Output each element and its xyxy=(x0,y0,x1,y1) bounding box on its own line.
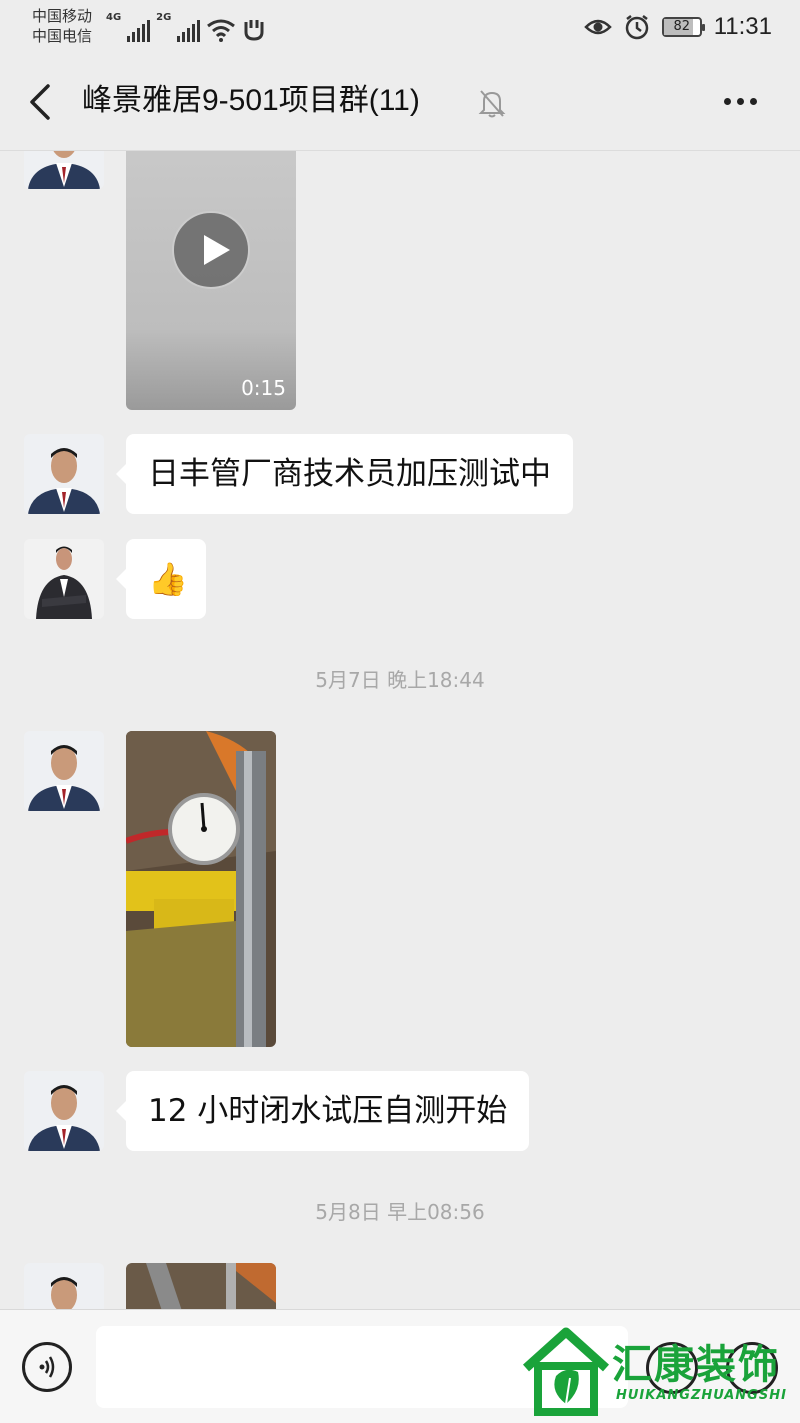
avatar[interactable] xyxy=(24,731,104,811)
avatar[interactable] xyxy=(24,151,104,189)
avatar-man-suit xyxy=(24,1263,104,1309)
thumbs-up-icon: 👍 xyxy=(148,560,188,598)
video-message[interactable]: 0:15 xyxy=(126,151,296,410)
avatar-man-arms-crossed xyxy=(24,539,104,619)
more-options-button[interactable] xyxy=(724,98,757,105)
brand-name: 汇康装饰 xyxy=(612,1342,780,1388)
pressure-gauge-photo xyxy=(126,731,276,1047)
network-type-2: 2G xyxy=(156,12,172,23)
carrier-2: 中国电信 xyxy=(32,27,93,45)
mute-bell-icon xyxy=(478,90,506,118)
wifi-icon xyxy=(207,19,236,42)
battery-indicator: 82 xyxy=(661,17,705,37)
avatar[interactable] xyxy=(24,539,104,619)
avatar-man-suit xyxy=(24,1071,104,1151)
voice-icon xyxy=(39,1356,55,1378)
avatar[interactable] xyxy=(24,434,104,514)
battery-level: 82 xyxy=(673,19,690,34)
brand-watermark: 汇康装饰 HUIKANGZHUANGSHI xyxy=(520,1326,790,1418)
chat-title: 峰景雅居9-501项目群(11) xyxy=(82,84,420,117)
voice-input-button[interactable] xyxy=(22,1342,72,1392)
avatar[interactable] xyxy=(24,1263,104,1309)
avatar-man-suit xyxy=(24,434,104,514)
play-icon[interactable] xyxy=(172,211,250,289)
message-timestamp: 5月7日 晚上18:44 xyxy=(315,668,485,692)
back-arrow-icon[interactable] xyxy=(24,82,60,122)
text-message[interactable]: 日丰管厂商技术员加压测试中 xyxy=(116,434,573,514)
signal-bars-icon xyxy=(127,20,151,42)
status-bar: 中国移动 中国电信 4G 2G 82 11:31 xyxy=(0,0,800,52)
clock: 11:31 xyxy=(713,13,772,40)
pipe-photo xyxy=(126,1263,276,1309)
emoji-message[interactable]: 👍 xyxy=(116,539,206,619)
alarm-icon xyxy=(625,15,648,40)
status-right: 82 11:31 xyxy=(583,10,772,44)
network-type-1: 4G xyxy=(106,12,122,23)
video-duration: 0:15 xyxy=(241,376,286,400)
avatar[interactable] xyxy=(24,1071,104,1151)
message-list: 0:15 日丰管厂商技术员加压测试中 👍 5月7日 晚上18:44 12 小时闭… xyxy=(0,151,800,1309)
image-message[interactable] xyxy=(126,1263,276,1309)
message-timestamp: 5月8日 早上08:56 xyxy=(315,1200,485,1224)
signal-bars-icon xyxy=(177,20,201,42)
avatar-man-suit xyxy=(24,151,104,189)
house-leaf-logo-icon xyxy=(522,1327,610,1416)
data-sync-icon xyxy=(244,20,264,41)
carrier-labels: 中国移动 中国电信 xyxy=(32,6,92,46)
text-message[interactable]: 12 小时闭水试压自测开始 xyxy=(115,1071,530,1151)
eye-icon xyxy=(583,19,612,35)
brand-pinyin: HUIKANGZHUANGSHI xyxy=(616,1388,787,1403)
carrier-1: 中国移动 xyxy=(32,7,93,25)
image-message[interactable] xyxy=(126,731,276,1047)
avatar-man-suit xyxy=(24,731,104,811)
signal-indicators: 4G 2G xyxy=(106,12,266,42)
chat-header: 峰景雅居9-501项目群(11) xyxy=(0,52,800,151)
